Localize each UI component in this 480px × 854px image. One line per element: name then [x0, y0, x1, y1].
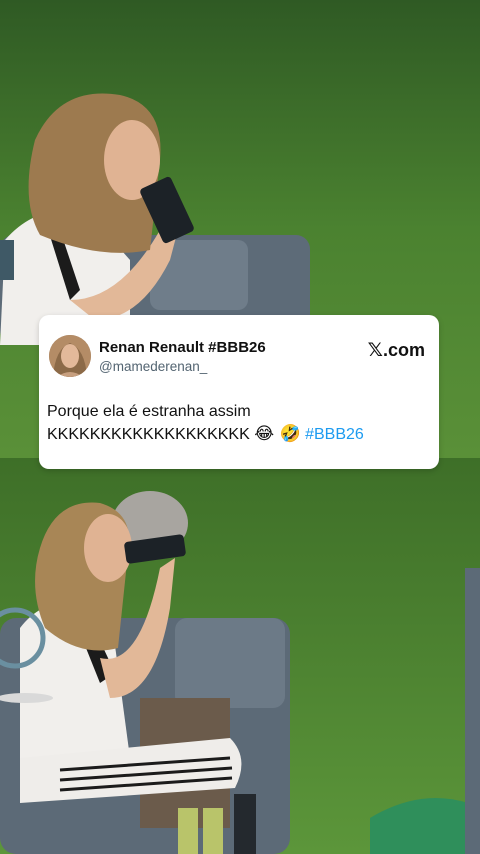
tweet-text-line-2: KKKKKKKKKKKKKKKKKKK 😂 🤣 #BBB26 [47, 423, 431, 446]
author-avatar[interactable] [49, 335, 91, 377]
bottom-photo [0, 458, 480, 854]
brand-text: com [387, 340, 425, 360]
laughing-emoji-icon: 😂 🤣 [254, 424, 301, 444]
author-handle[interactable]: @mamederenan_ [99, 359, 207, 374]
x-logo-icon: 𝕏 [367, 339, 383, 361]
tweet-laugh-text: KKKKKKKKKKKKKKKKKKK [47, 426, 250, 443]
tweet-card[interactable]: Renan Renault #BBB26 @mamederenan_ 𝕏.com… [39, 315, 439, 469]
author-name[interactable]: Renan Renault #BBB26 [99, 339, 266, 356]
bottom-photo-image [0, 458, 480, 854]
hashtag-link[interactable]: #BBB26 [305, 426, 364, 443]
brand-label: 𝕏.com [367, 339, 425, 361]
tweet-text-line-1: Porque ela é estranha assim [47, 403, 251, 420]
tweet-text: Porque ela é estranha assim KKKKKKKKKKKK… [47, 401, 431, 446]
avatar-image [49, 335, 91, 377]
